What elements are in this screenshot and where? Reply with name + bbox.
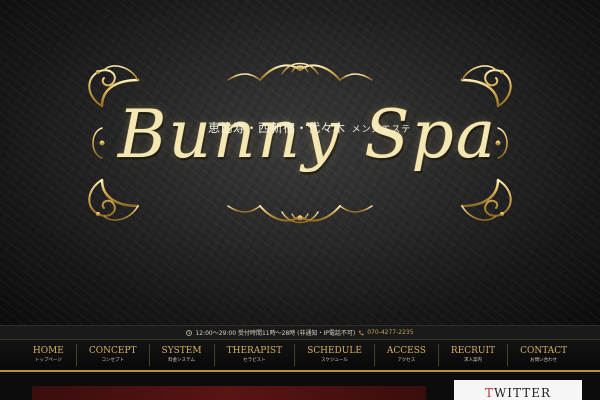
hero-banner: Bunny Spa 恵比寿・西新宿・代々木 メンズエステ bbox=[0, 0, 600, 325]
nav-access[interactable]: ACCESS アクセス bbox=[373, 344, 438, 366]
nav-sublabel: 料金システム bbox=[168, 357, 195, 363]
nav-sublabel: トップページ bbox=[34, 357, 62, 363]
nav-system[interactable]: SYSTEM 料金システム bbox=[148, 344, 214, 366]
clock-icon bbox=[186, 329, 193, 336]
twitter-heading-initial: T bbox=[484, 386, 494, 400]
nav-sublabel: セラピスト bbox=[243, 357, 266, 363]
nav-label: THERAPIST bbox=[226, 345, 283, 356]
content-area: T WITTER bbox=[0, 374, 600, 400]
nav-sublabel: スケジュール bbox=[321, 357, 348, 363]
nav-label: CONCEPT bbox=[88, 345, 137, 356]
twitter-heading-rest: WITTER bbox=[493, 386, 552, 400]
nav-home[interactable]: HOME トップページ bbox=[21, 344, 76, 366]
phone-number[interactable]: 070-4277-2235 bbox=[367, 329, 413, 336]
nav-label: HOME bbox=[32, 345, 64, 356]
nav-concept[interactable]: CONCEPT コンセプト bbox=[75, 344, 149, 366]
nav-sublabel: アクセス bbox=[397, 357, 416, 363]
nav-sublabel: お問い合わせ bbox=[530, 357, 558, 363]
nav-recruit[interactable]: RECRUIT 求人案内 bbox=[437, 344, 507, 366]
phone-icon bbox=[359, 330, 364, 335]
twitter-widget-heading[interactable]: T WITTER bbox=[454, 380, 582, 400]
logo-areas: 恵比寿・西新宿・代々木 bbox=[208, 121, 346, 135]
info-bar: 12:00～29:00 受付時間11時～28時 (非通知・IP電話不可) 070… bbox=[0, 325, 600, 339]
main-content-panel bbox=[32, 386, 426, 400]
nav-label: SCHEDULE bbox=[307, 345, 362, 356]
nav-label: CONTACT bbox=[520, 345, 568, 356]
nav-contact[interactable]: CONTACT お問い合わせ bbox=[507, 344, 579, 366]
nav-sublabel: コンセプト bbox=[101, 357, 124, 363]
nav-label: ACCESS bbox=[386, 345, 426, 356]
nav-schedule[interactable]: SCHEDULE スケジュール bbox=[294, 344, 374, 366]
logo-subtitle: 恵比寿・西新宿・代々木 メンズエステ bbox=[208, 119, 411, 136]
nav-label: SYSTEM bbox=[161, 345, 202, 356]
main-nav: HOME トップページ CONCEPT コンセプト SYSTEM 料金システム THE… bbox=[0, 339, 600, 372]
nav-therapist[interactable]: THERAPIST セラピスト bbox=[213, 344, 294, 366]
business-hours: 12:00～29:00 受付時間11時～28時 (非通知・IP電話不可) bbox=[195, 330, 356, 337]
nav-sublabel: 求人案内 bbox=[464, 357, 482, 363]
nav-label: RECRUIT bbox=[450, 345, 496, 356]
logo-tagline: メンズエステ bbox=[351, 125, 412, 135]
